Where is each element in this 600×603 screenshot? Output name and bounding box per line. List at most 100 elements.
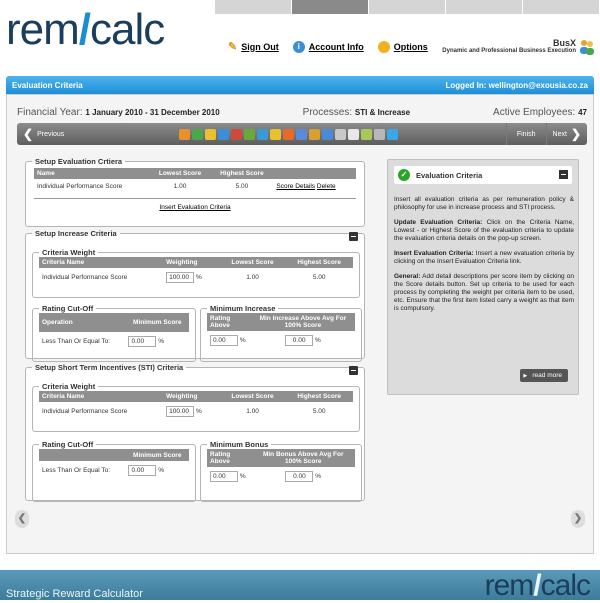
col-minimum-score: Minimum Score [125, 449, 189, 461]
criteria-name: Individual Performance Score [42, 274, 128, 281]
card-icon[interactable] [360, 128, 372, 140]
checkmark-icon: ✓ [398, 169, 410, 181]
account-info-text[interactable]: Account Info [309, 42, 364, 52]
pie-icon[interactable] [191, 128, 203, 140]
min-increase-input[interactable]: 0.00 [285, 335, 314, 346]
criteria-weight-table: Criteria Name Weighting Lowest Score Hig… [39, 391, 353, 421]
highest-score[interactable]: 5.00 [211, 179, 274, 194]
info-icon: i [292, 40, 305, 53]
grid-icon[interactable] [243, 128, 255, 140]
col-min-increase: Min Increase Above Avg For 100% Score [250, 313, 355, 331]
previous-label: Previous [37, 130, 65, 138]
footer: Strategic Reward Calculator rem/calc [0, 569, 600, 602]
col-rating-above: Rating Above [207, 313, 251, 331]
logo-slash: / [78, 5, 91, 54]
lowest-score: 1.00 [246, 274, 259, 281]
top-tab-5[interactable] [523, 0, 600, 14]
options-text[interactable]: Options [394, 42, 428, 52]
col-highest-score: Highest Score [285, 391, 353, 402]
top-tab-2[interactable] [292, 0, 369, 14]
top-tab-4[interactable] [446, 0, 523, 14]
col-highest-score: Highest Score [285, 257, 353, 268]
users-icon [580, 40, 594, 55]
table-row: 0.00 % 0.00 % [207, 467, 355, 486]
help-paragraph: General: Add detail descriptions per sco… [394, 273, 574, 312]
read-more-button[interactable]: read more [520, 369, 568, 382]
logged-in-user: Logged In: wellington@exousia.co.za [445, 80, 588, 90]
globe-icon[interactable] [282, 128, 294, 140]
mail-icon[interactable] [347, 128, 359, 140]
company-name: BusX [552, 38, 576, 48]
operation: Less Than Or Equal To: [42, 467, 111, 474]
top-tab-1[interactable] [215, 0, 292, 14]
page-title-bar: Evaluation Criteria Logged In: wellingto… [6, 76, 594, 94]
top-tab-3[interactable] [369, 0, 446, 14]
star-icon[interactable] [269, 128, 281, 140]
weighting-input[interactable]: 100.00 [166, 272, 195, 283]
col-minimum-score: Minimum Score [125, 313, 189, 332]
top-tab-strip [215, 0, 600, 14]
options-link[interactable]: Options [377, 40, 428, 53]
gear-icon[interactable] [373, 128, 385, 140]
increase-criteria-legend: Setup Increase Criteria [35, 229, 117, 238]
evaluation-criteria-table: Name Lowest Score Highest Score Individu… [34, 168, 356, 194]
logo-text-calc: calc [90, 5, 165, 54]
col-criteria-name: Criteria Name [39, 391, 164, 402]
scroll-right-arrow[interactable]: ❯ [571, 510, 585, 528]
minimum-score-input[interactable]: 0.00 [128, 336, 157, 347]
chevron-left-icon: ❮ [23, 127, 34, 141]
company-tagline: Dynamic and Professional Business Execut… [442, 48, 576, 54]
scroll-left-arrow[interactable]: ❮ [15, 510, 29, 528]
col-name: Name [34, 168, 150, 179]
table-row: 0.00 % 0.00 % [207, 331, 355, 350]
col-highest-score: Highest Score [210, 168, 274, 179]
briefcase-icon[interactable] [217, 128, 229, 140]
criteria-weight-legend: Criteria Weight [42, 248, 96, 257]
collapse-icon[interactable] [349, 232, 358, 241]
criteria-name: Individual Performance Score [42, 408, 128, 415]
account-info-link[interactable]: i Account Info [292, 40, 364, 53]
graph-icon[interactable] [256, 128, 268, 140]
criteria-name[interactable]: Individual Performance Score [34, 179, 149, 194]
chart-icon[interactable] [178, 128, 190, 140]
rating-above-input[interactable]: 0.00 [210, 471, 238, 482]
lowest-score[interactable]: 1.00 [149, 179, 210, 194]
minimize-icon[interactable] [559, 170, 568, 179]
users3-icon[interactable] [321, 128, 333, 140]
weighting-input[interactable]: 100.00 [166, 406, 195, 417]
pencil-icon[interactable] [230, 128, 242, 140]
page-title: Evaluation Criteria [12, 80, 83, 90]
toolbar-icon-row [70, 128, 506, 140]
gear-icon [377, 40, 390, 53]
col-operation [39, 449, 126, 461]
users-icon[interactable] [295, 128, 307, 140]
minimum-score-input[interactable]: 0.00 [128, 465, 157, 476]
users2-icon[interactable] [308, 128, 320, 140]
previous-button[interactable]: ❮ Previous [17, 127, 70, 141]
main-content: Financial Year: 1 January 2010 - 31 Dece… [6, 94, 594, 554]
collapse-icon[interactable] [349, 366, 358, 375]
clock-icon[interactable] [334, 128, 346, 140]
operation: Less Than Or Equal To: [42, 338, 111, 345]
min-bonus-input[interactable]: 0.00 [285, 471, 314, 482]
minimum-increase-table: Rating Above Min Increase Above Avg For 1… [207, 313, 355, 350]
table-row[interactable]: Individual Performance Score 1.00 5.00 S… [34, 179, 356, 194]
help-panel-title: Evaluation Criteria [416, 170, 483, 180]
delete-link[interactable]: Delete [317, 183, 336, 190]
sign-out-link[interactable]: ✎ Sign Out [228, 40, 279, 53]
pencil-icon: ✎ [228, 41, 238, 53]
next-button[interactable]: Next ❯ [547, 127, 587, 141]
finish-button[interactable]: Finish [505, 123, 547, 145]
rating-above-input[interactable]: 0.00 [210, 335, 238, 346]
people-icon[interactable] [204, 128, 216, 140]
play-icon[interactable] [386, 128, 398, 140]
minimum-bonus-legend: Minimum Bonus [210, 440, 269, 449]
score-details-link[interactable]: Score Details [276, 183, 315, 190]
minimum-bonus-table: Rating Above Min Bonus Above Avg For 100%… [207, 449, 355, 486]
help-paragraph: Insert Evaluation Criteria: Insert a new… [394, 250, 574, 265]
insert-evaluation-criteria-link[interactable]: Insert Evaluation Criteria [159, 204, 230, 211]
criteria-weight-table: Criteria Name Weighting Lowest Score Hig… [39, 257, 353, 287]
sign-out-text[interactable]: Sign Out [241, 42, 279, 52]
logo-text-rem: rem [6, 5, 80, 54]
help-panel-header: ✓ Evaluation Criteria [394, 166, 572, 184]
